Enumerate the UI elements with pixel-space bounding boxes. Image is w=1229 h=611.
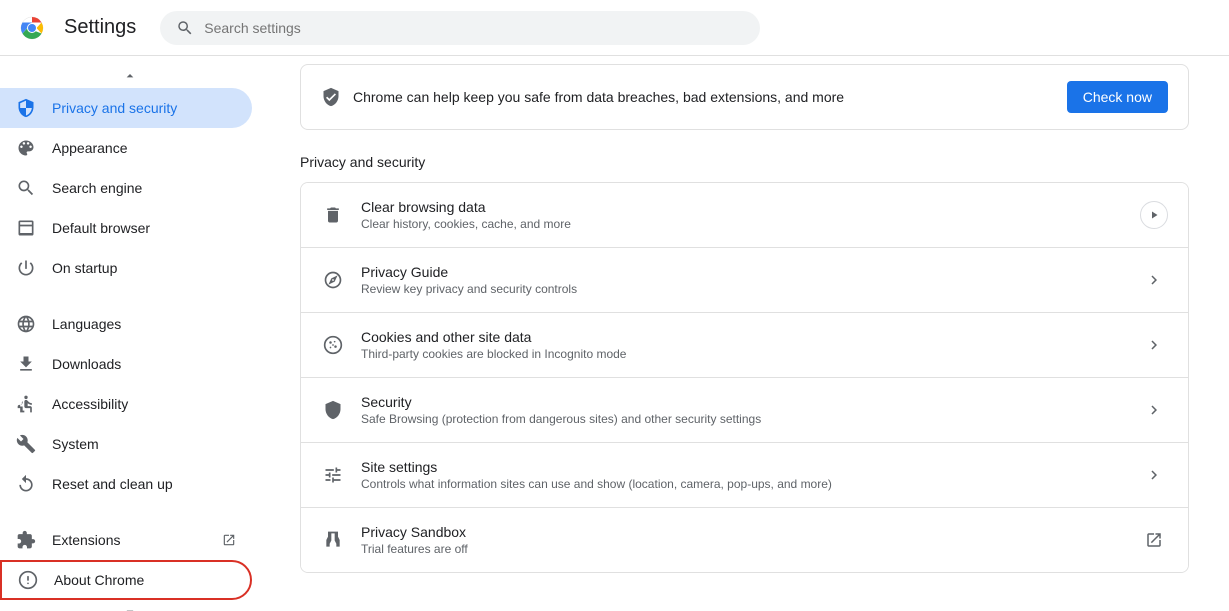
privacy-guide-text: Privacy Guide Review key privacy and sec… <box>361 264 1124 296</box>
sidebar-divider-2 <box>0 504 260 520</box>
reset-icon <box>16 474 36 494</box>
sidebar-label-accessibility: Accessibility <box>52 396 128 412</box>
globe-icon <box>16 314 36 334</box>
chevron-right-icon-4 <box>1145 466 1163 484</box>
sidebar-label-extensions: Extensions <box>52 532 120 548</box>
security-title: Security <box>361 394 1124 410</box>
top-bar: Settings <box>0 0 1229 56</box>
clear-browsing-data-subtitle: Clear history, cookies, cache, and more <box>361 217 1124 231</box>
privacy-sandbox-subtitle: Trial features are off <box>361 542 1124 556</box>
clear-browsing-data-row[interactable]: Clear browsing data Clear history, cooki… <box>301 183 1188 248</box>
browser-icon <box>16 218 36 238</box>
privacy-guide-action[interactable] <box>1140 266 1168 294</box>
sidebar-divider <box>0 288 260 304</box>
extensions-external-icon <box>222 533 236 547</box>
security-row[interactable]: Security Safe Browsing (protection from … <box>301 378 1188 443</box>
shield-check-icon <box>321 87 341 107</box>
security-action[interactable] <box>1140 396 1168 424</box>
shield-icon <box>16 98 36 118</box>
clear-browsing-data-text: Clear browsing data Clear history, cooki… <box>361 199 1124 231</box>
check-now-button[interactable]: Check now <box>1067 81 1168 113</box>
flask-icon <box>321 528 345 552</box>
sidebar-label-reset: Reset and clean up <box>52 476 173 492</box>
scroll-down-arrow[interactable] <box>0 600 260 611</box>
sidebar-item-system[interactable]: System <box>0 424 252 464</box>
privacy-guide-title: Privacy Guide <box>361 264 1124 280</box>
sidebar-item-search-engine[interactable]: Search engine <box>0 168 252 208</box>
privacy-guide-row[interactable]: Privacy Guide Review key privacy and sec… <box>301 248 1188 313</box>
sidebar-label-system: System <box>52 436 99 452</box>
chevron-right-icon-2 <box>1145 336 1163 354</box>
trash-icon <box>321 203 345 227</box>
content-area: Chrome can help keep you safe from data … <box>260 56 1229 611</box>
search-engine-icon <box>16 178 36 198</box>
puzzle-icon <box>16 530 36 550</box>
cookies-subtitle: Third-party cookies are blocked in Incog… <box>361 347 1124 361</box>
sidebar-item-about-chrome[interactable]: About Chrome <box>0 560 252 600</box>
sidebar-item-languages[interactable]: Languages <box>0 304 252 344</box>
wrench-icon <box>16 434 36 454</box>
security-text: Security Safe Browsing (protection from … <box>361 394 1124 426</box>
sidebar-label-downloads: Downloads <box>52 356 121 372</box>
sidebar-item-default-browser[interactable]: Default browser <box>0 208 252 248</box>
sidebar-item-downloads[interactable]: Downloads <box>0 344 252 384</box>
search-icon <box>176 19 194 37</box>
section-title: Privacy and security <box>300 154 1189 170</box>
site-settings-title: Site settings <box>361 459 1124 475</box>
sliders-icon <box>321 463 345 487</box>
sidebar-item-accessibility[interactable]: Accessibility <box>0 384 252 424</box>
chrome-logo-icon <box>16 12 48 44</box>
arrow-circle-icon <box>1140 201 1168 229</box>
site-settings-subtitle: Controls what information sites can use … <box>361 477 1124 491</box>
page-title: Settings <box>64 16 136 39</box>
safe-banner-text: Chrome can help keep you safe from data … <box>353 89 844 105</box>
chevron-right-icon <box>1145 271 1163 289</box>
accessibility-icon <box>16 394 36 414</box>
sidebar-item-on-startup[interactable]: On startup <box>0 248 252 288</box>
site-settings-action[interactable] <box>1140 461 1168 489</box>
site-settings-text: Site settings Controls what information … <box>361 459 1124 491</box>
safe-browsing-banner: Chrome can help keep you safe from data … <box>300 64 1189 130</box>
privacy-sandbox-action[interactable] <box>1140 526 1168 554</box>
power-icon <box>16 258 36 278</box>
clear-browsing-data-title: Clear browsing data <box>361 199 1124 215</box>
cookies-row[interactable]: Cookies and other site data Third-party … <box>301 313 1188 378</box>
compass-icon <box>321 268 345 292</box>
sidebar-label-default-browser: Default browser <box>52 220 150 236</box>
sidebar-label-on-startup: On startup <box>52 260 117 276</box>
sidebar-label-about: About Chrome <box>54 572 144 588</box>
main-layout: Privacy and security Appearance Search e… <box>0 56 1229 611</box>
sidebar-label-search-engine: Search engine <box>52 180 142 196</box>
clear-browsing-data-action[interactable] <box>1140 201 1168 229</box>
palette-icon <box>16 138 36 158</box>
sidebar-label-privacy: Privacy and security <box>52 100 177 116</box>
about-chrome-icon <box>18 570 38 590</box>
site-settings-row[interactable]: Site settings Controls what information … <box>301 443 1188 508</box>
sidebar-item-appearance[interactable]: Appearance <box>0 128 252 168</box>
chevron-right-icon-3 <box>1145 401 1163 419</box>
security-subtitle: Safe Browsing (protection from dangerous… <box>361 412 1124 426</box>
cookies-action[interactable] <box>1140 331 1168 359</box>
privacy-sandbox-row[interactable]: Privacy Sandbox Trial features are off <box>301 508 1188 572</box>
sidebar: Privacy and security Appearance Search e… <box>0 56 260 611</box>
sidebar-item-extensions[interactable]: Extensions <box>0 520 252 560</box>
cookies-text: Cookies and other site data Third-party … <box>361 329 1124 361</box>
search-input[interactable] <box>204 20 744 36</box>
sidebar-item-reset[interactable]: Reset and clean up <box>0 464 252 504</box>
search-bar[interactable] <box>160 11 760 45</box>
settings-card: Clear browsing data Clear history, cooki… <box>300 182 1189 573</box>
scroll-up-arrow[interactable] <box>0 64 260 88</box>
external-link-icon <box>1145 531 1163 549</box>
sidebar-label-appearance: Appearance <box>52 140 128 156</box>
privacy-sandbox-title: Privacy Sandbox <box>361 524 1124 540</box>
cookie-icon <box>321 333 345 357</box>
security-icon <box>321 398 345 422</box>
sidebar-item-privacy-and-security[interactable]: Privacy and security <box>0 88 252 128</box>
download-icon <box>16 354 36 374</box>
cookies-title: Cookies and other site data <box>361 329 1124 345</box>
safe-banner-left: Chrome can help keep you safe from data … <box>321 87 844 107</box>
privacy-guide-subtitle: Review key privacy and security controls <box>361 282 1124 296</box>
sidebar-label-languages: Languages <box>52 316 121 332</box>
privacy-sandbox-text: Privacy Sandbox Trial features are off <box>361 524 1124 556</box>
